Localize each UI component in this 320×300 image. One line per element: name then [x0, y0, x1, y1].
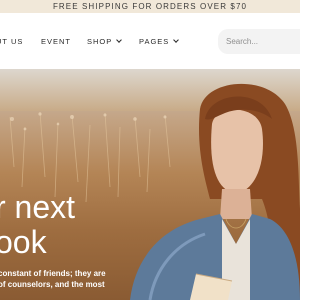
hero-title-line-1: r next [0, 189, 76, 225]
chevron-down-icon [116, 36, 123, 43]
nav-item-label: UT US [0, 36, 24, 46]
nav-item-pages[interactable]: PAGES [139, 13, 180, 69]
chevron-down-icon [173, 36, 180, 43]
hero-photo-woman [130, 83, 300, 300]
nav-item-shop[interactable]: SHOP [87, 13, 123, 69]
promo-bar: FREE SHIPPING FOR ORDERS OVER $70 [0, 0, 300, 13]
hero-description-line-2: of counselors, and the most [0, 280, 105, 289]
search-input[interactable] [218, 29, 300, 54]
promo-text: FREE SHIPPING FOR ORDERS OVER $70 [52, 2, 248, 11]
nav-item-about-us[interactable]: UT US [0, 13, 23, 69]
site-header: UT US EVENT SHOP PAGES [0, 13, 300, 69]
search-box[interactable] [218, 29, 300, 54]
nav-item-label: EVENT [41, 36, 72, 46]
hero-title: r next ook [0, 190, 75, 260]
hero-description-line-1: constant of friends; they are [0, 269, 106, 278]
nav-item-event[interactable]: EVENT [41, 13, 71, 69]
nav-item-label: PAGES [139, 36, 170, 46]
hero-description: constant of friends; they are of counsel… [0, 268, 106, 290]
hero-title-line-2: ook [0, 224, 47, 260]
hero-banner: r next ook constant of friends; they are… [0, 69, 300, 300]
nav-item-label: SHOP [87, 36, 113, 46]
